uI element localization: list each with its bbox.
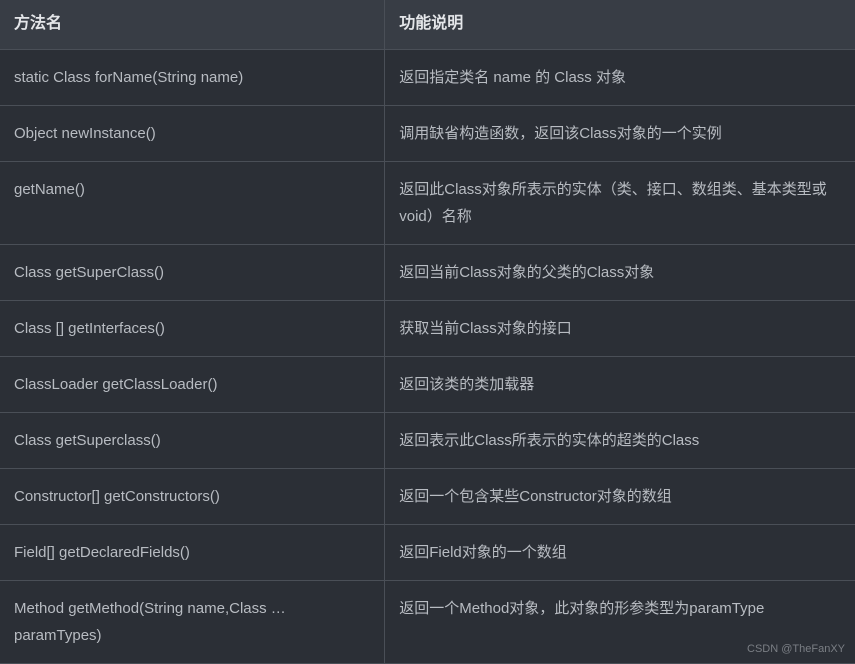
- table-row: Class getSuperclass() 返回表示此Class所表示的实体的超…: [0, 412, 855, 468]
- watermark-text: CSDN @TheFanXY: [747, 643, 845, 655]
- cell-desc: 返回指定类名 name 的 Class 对象: [385, 49, 855, 105]
- table-row: ClassLoader getClassLoader() 返回该类的类加载器: [0, 356, 855, 412]
- table-row: Class [] getInterfaces() 获取当前Class对象的接口: [0, 300, 855, 356]
- cell-desc: 返回此Class对象所表示的实体（类、接口、数组类、基本类型或void）名称: [385, 161, 855, 244]
- table-row: Constructor[] getConstructors() 返回一个包含某些…: [0, 468, 855, 524]
- cell-method: Class [] getInterfaces(): [0, 300, 385, 356]
- cell-method: Constructor[] getConstructors(): [0, 468, 385, 524]
- cell-desc: 返回表示此Class所表示的实体的超类的Class: [385, 412, 855, 468]
- cell-method: Method getMethod(String name,Class … par…: [0, 580, 385, 663]
- cell-desc: 获取当前Class对象的接口: [385, 300, 855, 356]
- table-body: static Class forName(String name) 返回指定类名…: [0, 49, 855, 663]
- table-row: Method getMethod(String name,Class … par…: [0, 580, 855, 663]
- cell-method: ClassLoader getClassLoader(): [0, 356, 385, 412]
- cell-desc: 返回该类的类加载器: [385, 356, 855, 412]
- cell-desc: 调用缺省构造函数，返回该Class对象的一个实例: [385, 105, 855, 161]
- cell-method: Field[] getDeclaredFields(): [0, 524, 385, 580]
- table-row: Class getSuperClass() 返回当前Class对象的父类的Cla…: [0, 244, 855, 300]
- cell-desc: 返回一个包含某些Constructor对象的数组: [385, 468, 855, 524]
- table-row: getName() 返回此Class对象所表示的实体（类、接口、数组类、基本类型…: [0, 161, 855, 244]
- table-row: Object newInstance() 调用缺省构造函数，返回该Class对象…: [0, 105, 855, 161]
- cell-method: Object newInstance(): [0, 105, 385, 161]
- table-row: Field[] getDeclaredFields() 返回Field对象的一个…: [0, 524, 855, 580]
- header-description: 功能说明: [385, 0, 855, 49]
- table-row: static Class forName(String name) 返回指定类名…: [0, 49, 855, 105]
- cell-method: getName(): [0, 161, 385, 244]
- cell-desc: 返回当前Class对象的父类的Class对象: [385, 244, 855, 300]
- cell-method: Class getSuperclass(): [0, 412, 385, 468]
- api-reference-table: 方法名 功能说明 static Class forName(String nam…: [0, 0, 855, 664]
- cell-desc: 返回Field对象的一个数组: [385, 524, 855, 580]
- cell-method: Class getSuperClass(): [0, 244, 385, 300]
- table-header-row: 方法名 功能说明: [0, 0, 855, 49]
- cell-method: static Class forName(String name): [0, 49, 385, 105]
- header-method-name: 方法名: [0, 0, 385, 49]
